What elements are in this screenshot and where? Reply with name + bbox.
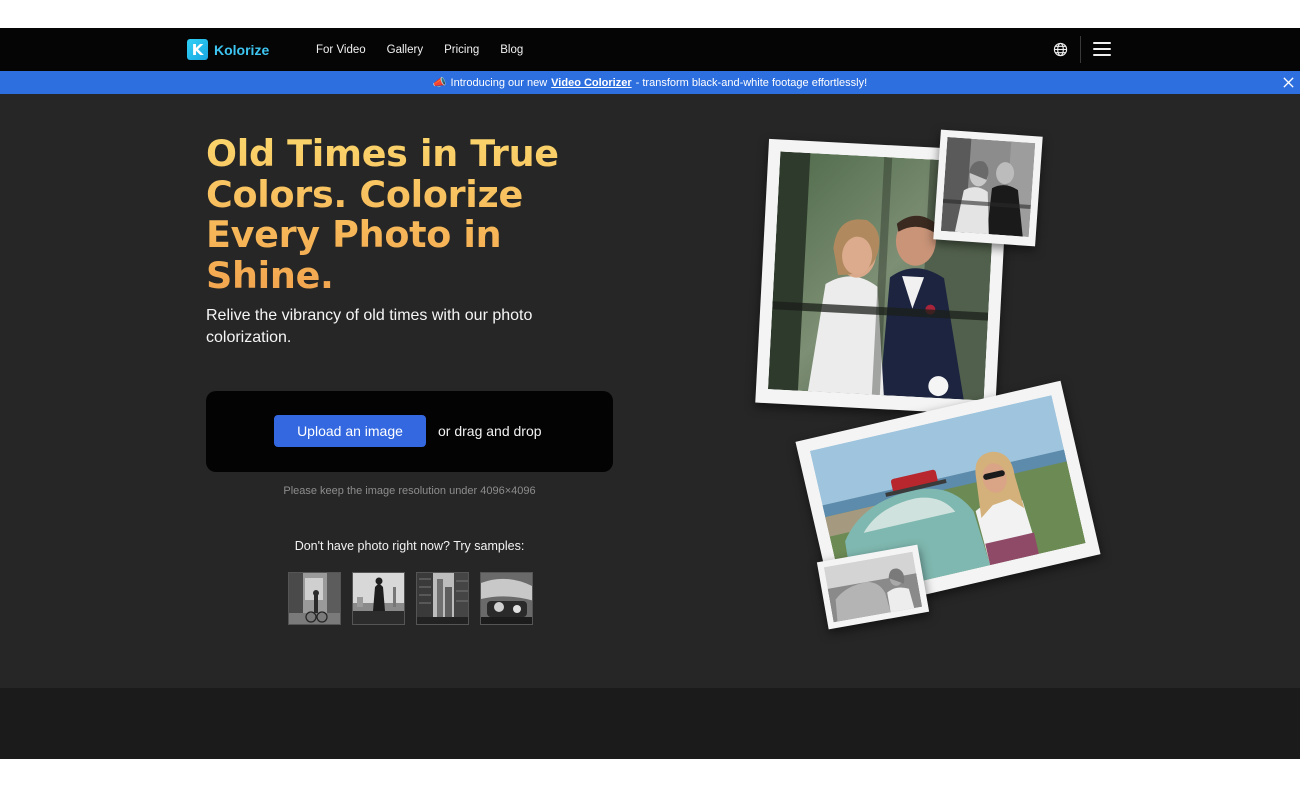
brand-logo[interactable]: K Kolorize	[187, 39, 269, 60]
globe-icon[interactable]	[1053, 42, 1068, 57]
nav-link-pricing[interactable]: Pricing	[444, 44, 479, 56]
upload-dropzone[interactable]: Upload an image or drag and drop	[206, 391, 613, 472]
nav-link-for-video[interactable]: For Video	[316, 44, 366, 56]
close-icon[interactable]	[1282, 76, 1295, 89]
banner-prefix: Introducing our new	[450, 76, 548, 89]
nav-link-gallery[interactable]: Gallery	[387, 44, 423, 56]
brand-name: Kolorize	[214, 41, 270, 58]
announcement-banner: 📣 Introducing our new Video Colorizer - …	[0, 71, 1300, 94]
hero-headline: Old Times in True Colors. Colorize Every…	[206, 133, 606, 296]
banner-suffix: - transform black-and-white footage effo…	[635, 76, 868, 89]
sample-thumb-street[interactable]	[288, 572, 341, 625]
hero-subheadline: Relive the vibrancy of old times with ou…	[206, 307, 533, 346]
nav-divider	[1080, 36, 1081, 63]
drag-drop-text: or drag and drop	[438, 423, 542, 439]
sample-thumb-city[interactable]	[416, 572, 469, 625]
samples-title: Don't have photo right now? Try samples:	[294, 539, 525, 553]
upload-image-button[interactable]: Upload an image	[274, 415, 426, 447]
lower-section	[0, 688, 1300, 759]
video-colorizer-link[interactable]: Video Colorizer	[551, 77, 631, 89]
sample-thumb-car-interior[interactable]	[480, 572, 533, 625]
hero-section	[0, 94, 1300, 688]
logo-icon: K	[187, 39, 208, 60]
sample-thumbnails	[288, 572, 533, 625]
top-navbar: K Kolorize For Video Gallery Pricing Blo…	[0, 28, 1300, 71]
hamburger-menu-icon[interactable]	[1093, 42, 1111, 57]
resolution-hint: Please keep the image resolution under 4…	[283, 485, 536, 497]
page: K Kolorize For Video Gallery Pricing Blo…	[0, 0, 1300, 788]
nav-link-blog[interactable]: Blog	[500, 44, 523, 56]
sample-thumb-skyline[interactable]	[352, 572, 405, 625]
megaphone-icon: 📣	[432, 77, 447, 89]
nav-links: For Video Gallery Pricing Blog	[316, 28, 544, 71]
